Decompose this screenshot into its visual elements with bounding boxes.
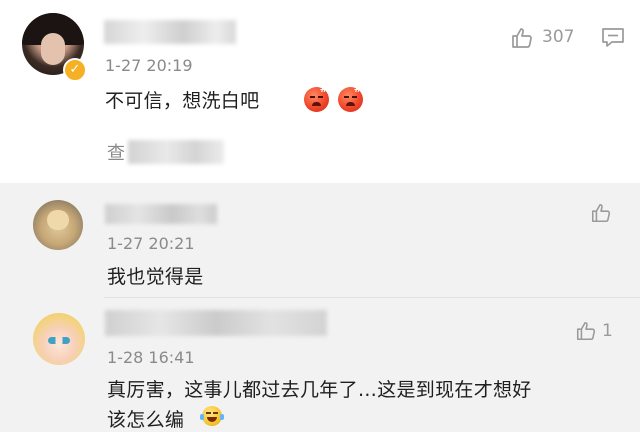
reply-item: 1-28 16:41 真厉害，这事儿都过去几年了…这是到现在才想好 该怎么编 1 [0, 298, 640, 432]
comment-text-content: 不可信，想洗白吧 [105, 90, 260, 112]
view-more-replies-link[interactable]: 查 [107, 139, 125, 165]
laugh-cry-icon [200, 406, 224, 426]
like-count: 307 [542, 27, 575, 47]
reply-text: 我也觉得是 [107, 266, 204, 288]
avatar-face [41, 33, 65, 65]
view-more-blurred [128, 140, 224, 164]
comment-time: 1-27 20:19 [105, 56, 193, 75]
username-blurred[interactable] [105, 204, 217, 224]
username-blurred[interactable] [104, 20, 236, 44]
avatar-dog-head [47, 210, 69, 230]
thumbs-up-icon[interactable] [590, 202, 612, 224]
reply-text-line2-content: 该怎么编 [107, 409, 185, 431]
like-count: 1 [602, 321, 613, 341]
angry-face-icon: # [338, 85, 363, 112]
reply-time: 1-28 16:41 [107, 348, 195, 367]
avatar[interactable] [33, 313, 85, 365]
angry-face-icon: # [304, 85, 329, 112]
reply-text-line1: 真厉害，这事儿都过去几年了…这是到现在才想好 [107, 379, 532, 401]
reply-time: 1-27 20:21 [107, 234, 195, 253]
view-more-prefix: 查 [107, 143, 126, 164]
username-blurred[interactable] [105, 310, 327, 336]
avatar[interactable] [33, 200, 83, 250]
avatar-anime-eyes [48, 337, 70, 344]
thumbs-up-icon[interactable] [575, 320, 597, 342]
thumbs-up-icon[interactable] [510, 26, 534, 50]
reply-item: 1-27 20:21 我也觉得是 [0, 183, 640, 297]
verified-badge-icon: ✓ [63, 58, 87, 82]
reply-text-line2: 该怎么编 [107, 405, 184, 432]
main-comment: ✓ 1-27 20:19 不可信，想洗白吧 # # 307 查 [0, 0, 640, 183]
comment-icon[interactable] [601, 27, 625, 49]
comment-text: 不可信，想洗白吧 [105, 86, 259, 113]
